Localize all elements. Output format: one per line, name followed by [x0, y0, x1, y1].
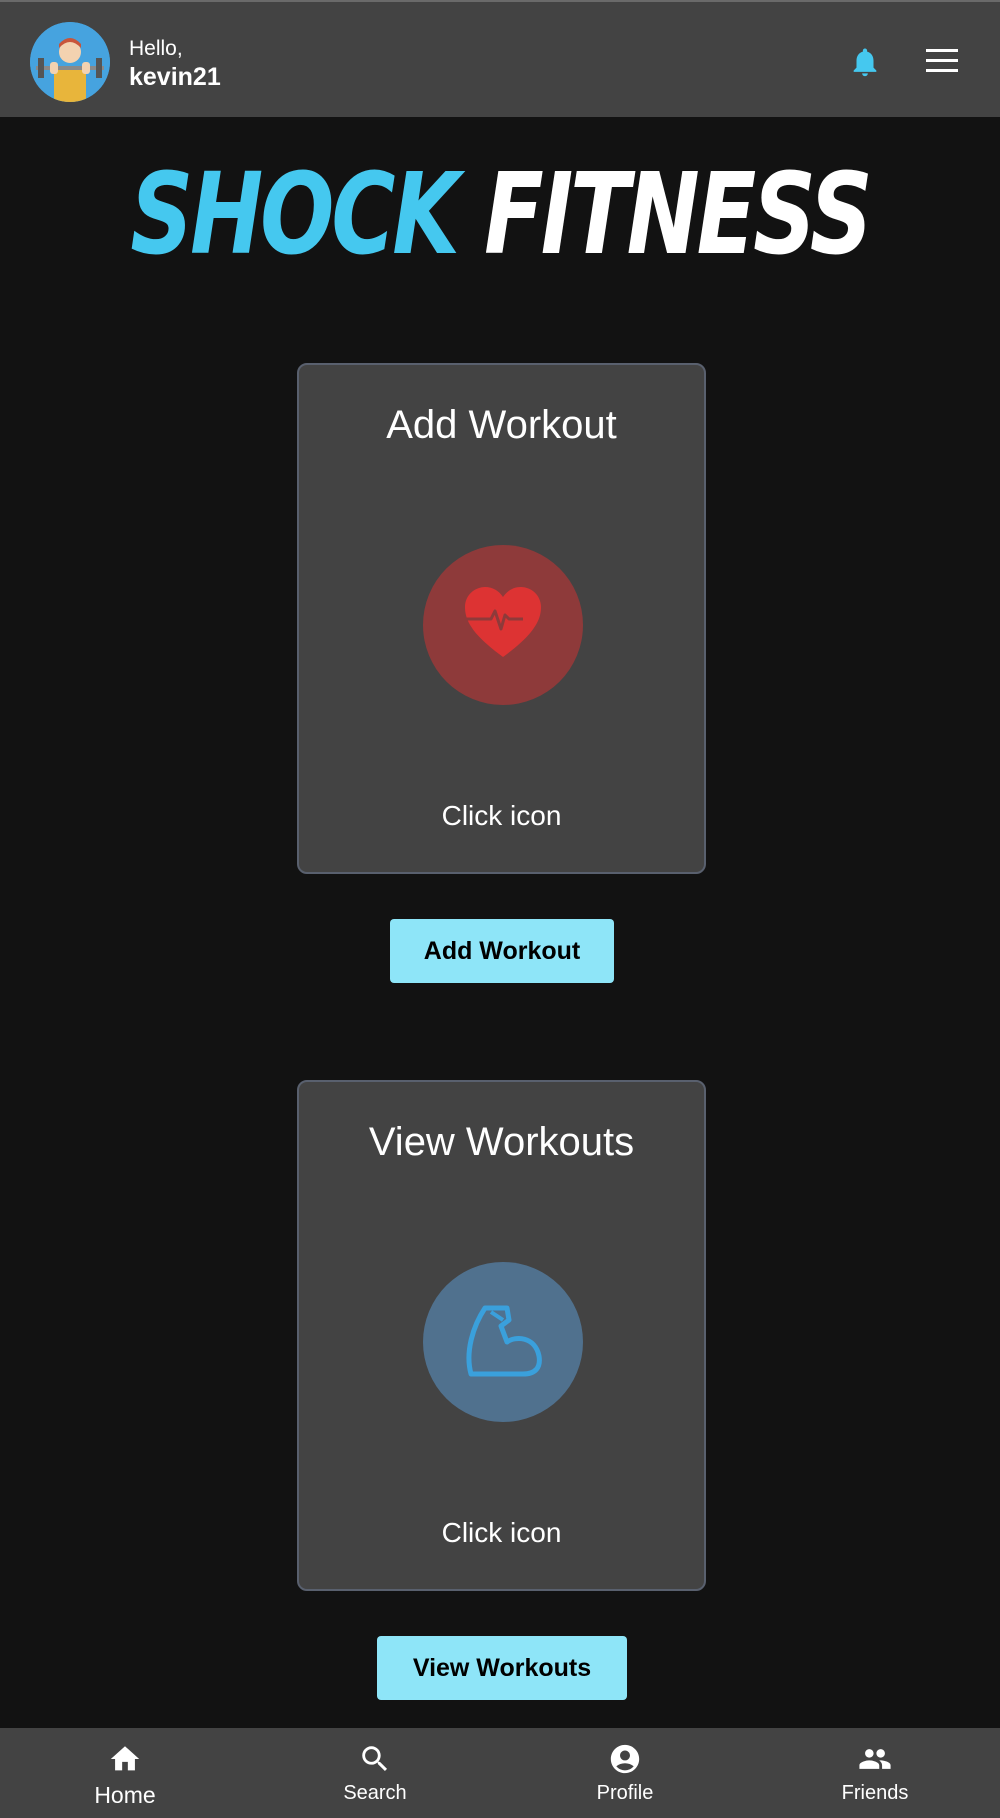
nav-label: Friends [841, 1782, 909, 1804]
greeting: Hello, kevin21 [129, 36, 221, 92]
card-title: View Workouts [368, 1120, 635, 1164]
nav-label: Search [343, 1782, 407, 1804]
bottom-navigation: Home Search Profile Friends [0, 1728, 1000, 1818]
nav-item-friends[interactable]: Friends [750, 1728, 1000, 1818]
card-hint: Click icon [441, 800, 562, 831]
logo-part-shock: SHOCK [130, 150, 460, 280]
nav-label: Home [94, 1782, 156, 1808]
bell-icon[interactable] [848, 44, 882, 80]
top-header: Hello, kevin21 [0, 0, 1000, 117]
add-workout-icon-button[interactable] [423, 545, 583, 705]
card-title: Add Workout [386, 403, 617, 447]
home-icon [110, 1746, 140, 1771]
brand-logo: SHOCK FITNESS [110, 159, 890, 271]
add-workout-button[interactable]: Add Workout [390, 919, 614, 983]
friends-icon [859, 1749, 891, 1769]
add-workout-card: Add Workout Click icon [297, 363, 706, 874]
hamburger-menu-icon[interactable] [926, 48, 958, 74]
nav-label: Profile [596, 1782, 654, 1804]
view-workouts-card: View Workouts Click icon [297, 1080, 706, 1591]
greeting-text: Hello, [129, 37, 183, 60]
view-workouts-icon-button[interactable] [423, 1262, 583, 1422]
nav-item-search[interactable]: Search [250, 1728, 500, 1818]
profile-icon [610, 1744, 640, 1774]
avatar[interactable] [30, 22, 110, 102]
heart-pulse-icon [465, 587, 541, 657]
card-hint: Click icon [441, 1517, 562, 1548]
weightlifter-avatar-icon [30, 22, 110, 102]
nav-item-home[interactable]: Home [0, 1728, 250, 1818]
flexed-bicep-icon [466, 1305, 542, 1377]
username: kevin21 [129, 63, 221, 91]
search-icon [362, 1746, 388, 1772]
view-workouts-button[interactable]: View Workouts [377, 1636, 627, 1700]
nav-item-profile[interactable]: Profile [500, 1728, 750, 1818]
logo-part-fitness: FITNESS [484, 150, 873, 280]
